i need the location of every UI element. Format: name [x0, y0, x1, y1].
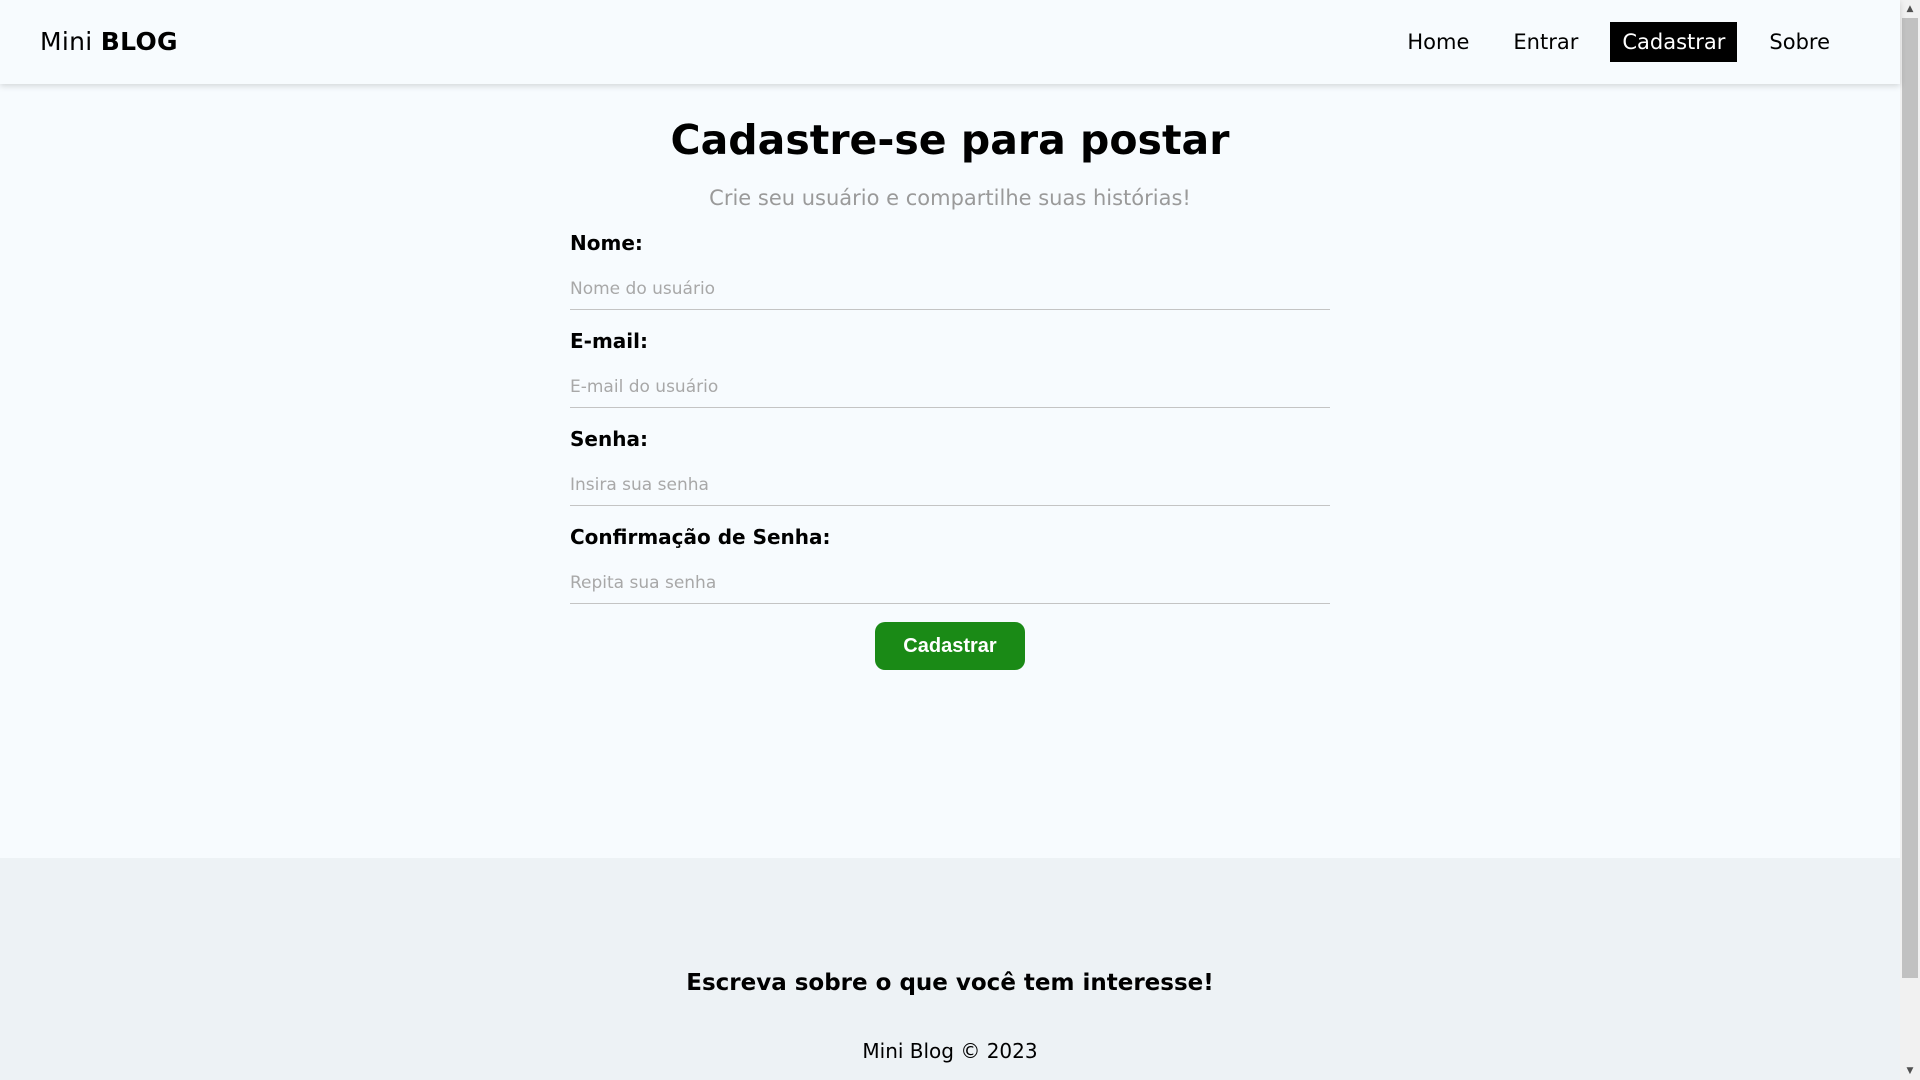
- email-label: E-mail:: [570, 329, 649, 353]
- senha-label: Senha:: [570, 427, 648, 451]
- brand-prefix: Mini: [40, 27, 93, 56]
- page-title: Cadastre-se para postar: [670, 116, 1230, 164]
- confirmacao-senha-label: Confirmação de Senha:: [570, 525, 831, 549]
- main-nav: Home Entrar Cadastrar Sobre: [1375, 22, 1842, 62]
- nome-label: Nome:: [570, 231, 643, 255]
- scroll-down-arrow-icon[interactable]: ▼: [1900, 1062, 1920, 1080]
- email-input[interactable]: [570, 366, 1330, 408]
- nav-item-entrar[interactable]: Entrar: [1501, 22, 1590, 62]
- field-senha: Senha:: [570, 426, 1330, 524]
- nav-item-sobre[interactable]: Sobre: [1757, 22, 1842, 62]
- page: Mini BLOG Home Entrar Cadastrar Sobre Ca…: [0, 0, 1900, 1080]
- register-form: Nome: E-mail: Senha: Confirmação de Senh…: [570, 230, 1330, 622]
- field-nome: Nome:: [570, 230, 1330, 328]
- footer-copyright: Mini Blog © 2023: [862, 1039, 1038, 1063]
- scrollbar-thumb[interactable]: [1902, 18, 1918, 978]
- page-subtitle: Crie seu usuário e compartilhe suas hist…: [709, 186, 1191, 210]
- field-confirmacao-senha: Confirmação de Senha:: [570, 524, 1330, 622]
- confirmacao-senha-input[interactable]: [570, 562, 1330, 604]
- main-content: Cadastre-se para postar Crie seu usuário…: [0, 84, 1900, 858]
- nav-item-cadastrar[interactable]: Cadastrar: [1610, 22, 1738, 62]
- field-email: E-mail:: [570, 328, 1330, 426]
- senha-input[interactable]: [570, 464, 1330, 506]
- brand-bold: BLOG: [100, 27, 178, 56]
- scroll-up-arrow-icon[interactable]: ▲: [1900, 0, 1920, 18]
- nav-item-home[interactable]: Home: [1395, 22, 1481, 62]
- cadastrar-button[interactable]: Cadastrar: [875, 622, 1025, 670]
- navbar: Mini BLOG Home Entrar Cadastrar Sobre: [0, 0, 1900, 84]
- footer: Escreva sobre o que você tem interesse! …: [0, 858, 1900, 1080]
- vertical-scrollbar[interactable]: ▲ ▼: [1900, 0, 1920, 1080]
- footer-slogan: Escreva sobre o que você tem interesse!: [686, 970, 1214, 996]
- submit-wrapper: Cadastrar: [0, 622, 1900, 670]
- nome-input[interactable]: [570, 268, 1330, 310]
- brand-logo[interactable]: Mini BLOG: [40, 26, 178, 58]
